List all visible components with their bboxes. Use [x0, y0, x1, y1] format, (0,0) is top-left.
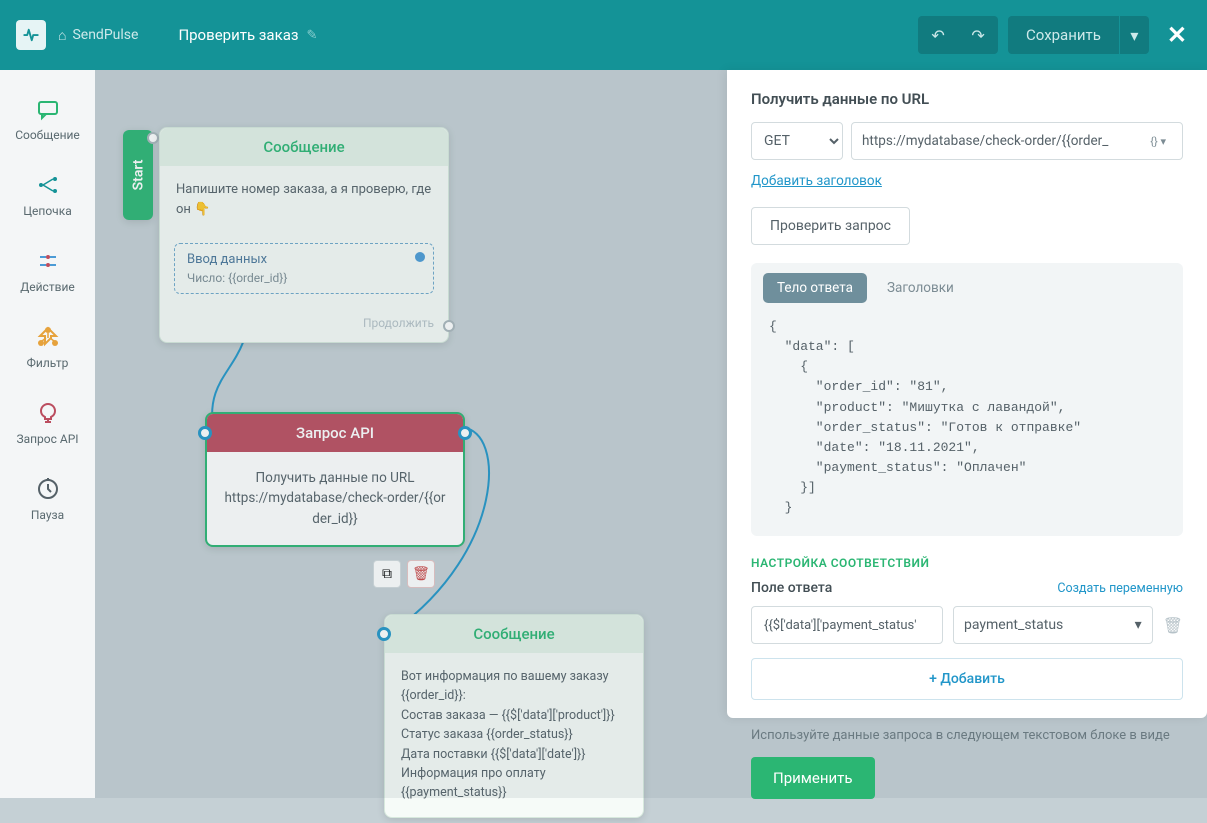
- create-variable-link[interactable]: Создать переменную: [1057, 581, 1183, 596]
- tab-response-headers[interactable]: Заголовки: [873, 273, 968, 303]
- sidebar-item-api[interactable]: Запрос API: [6, 386, 89, 460]
- edit-title-icon[interactable]: ✎: [306, 28, 317, 43]
- message-icon: [35, 96, 61, 122]
- node-header: Сообщение: [160, 128, 448, 166]
- sidebar-item-label: Сообщение: [15, 128, 80, 142]
- input-chip[interactable]: Ввод данных Число: {{order_id}}: [174, 243, 434, 294]
- api-subtitle: Получить данные по URL: [223, 468, 447, 488]
- topbar: SendPulse Проверить заказ ✎ ↶ ↷ Сохранит…: [0, 0, 1207, 70]
- sidebar-item-label: Пауза: [31, 508, 64, 522]
- copy-node-button[interactable]: ⧉: [373, 560, 401, 588]
- sidebar-item-pause[interactable]: Пауза: [6, 462, 89, 536]
- http-method-select[interactable]: GET: [751, 122, 843, 160]
- url-text: https://mydatabase/check-order/{{order_: [862, 133, 1108, 149]
- node-header: Сообщение: [385, 615, 643, 653]
- start-label: Start: [130, 160, 146, 191]
- panel-title: Получить данные по URL: [751, 90, 1183, 108]
- save-button[interactable]: Сохранить: [1008, 16, 1119, 54]
- api-url-text: https://mydatabase/check-order/{{order_i…: [223, 488, 447, 529]
- mapping-path-input[interactable]: [751, 606, 943, 644]
- mapping-section-label: НАСТРОЙКА СООТВЕТСТВИЙ: [751, 556, 1183, 570]
- delete-mapping-button[interactable]: 🗑: [1163, 616, 1183, 635]
- start-node[interactable]: Start: [123, 130, 153, 220]
- sidebar-item-label: Фильтр: [27, 356, 69, 370]
- sidebar-item-filter[interactable]: Фильтр: [6, 310, 89, 384]
- sidebar-item-chain[interactable]: Цепочка: [6, 158, 89, 232]
- url-input[interactable]: https://mydatabase/check-order/{{order_ …: [851, 122, 1183, 160]
- port-dot[interactable]: [415, 252, 425, 262]
- sidebar-item-message[interactable]: Сообщение: [6, 82, 89, 156]
- port-out[interactable]: [458, 426, 472, 440]
- port-out[interactable]: [147, 132, 159, 144]
- continue-label: Продолжить: [363, 316, 434, 330]
- page-title: Проверить заказ: [178, 26, 298, 44]
- message-node-2[interactable]: Сообщение Вот информация по вашему заказ…: [384, 614, 644, 818]
- input-chip-sub: Число: {{order_id}}: [187, 271, 421, 285]
- properties-panel: Получить данные по URL GET https://mydat…: [727, 70, 1207, 798]
- chevron-down-icon: ▾: [1135, 617, 1142, 633]
- field-label: Поле ответа: [751, 580, 832, 596]
- add-mapping-button[interactable]: + Добавить: [751, 658, 1183, 700]
- pause-icon: [35, 476, 61, 502]
- save-dropdown[interactable]: ▾: [1119, 16, 1149, 54]
- port-in[interactable]: [377, 627, 391, 641]
- mapping-variable-select[interactable]: payment_status▾: [953, 606, 1153, 644]
- node-body: Получить данные по URL https://mydatabas…: [207, 452, 463, 545]
- sidebar-item-label: Действие: [20, 280, 75, 294]
- apply-button[interactable]: Применить: [751, 757, 875, 799]
- chain-icon: [35, 172, 61, 198]
- input-chip-title: Ввод данных: [187, 252, 421, 267]
- port-in[interactable]: [198, 426, 212, 440]
- action-icon: [35, 248, 61, 274]
- sidebar-item-label: Запрос API: [16, 432, 78, 446]
- delete-node-button[interactable]: 🗑: [407, 560, 435, 588]
- add-header-link[interactable]: Добавить заголовок: [751, 173, 882, 189]
- hint-text: Используйте данные запроса в следующем т…: [751, 728, 1183, 743]
- response-json: { "data": [ { "order_id": "81", "product…: [751, 303, 1183, 536]
- api-request-node[interactable]: Запрос API Получить данные по URL https:…: [205, 412, 465, 547]
- node-actions: ⧉ 🗑: [373, 560, 435, 588]
- test-request-button[interactable]: Проверить запрос: [751, 207, 910, 245]
- brand-name[interactable]: SendPulse: [58, 27, 138, 44]
- close-button[interactable]: ✕: [1167, 21, 1187, 49]
- filter-icon: [35, 324, 61, 350]
- sidebar: Сообщение Цепочка Действие Фильтр Запрос…: [0, 70, 95, 798]
- port-out[interactable]: [443, 320, 455, 332]
- redo-button[interactable]: ↷: [958, 16, 998, 54]
- sidebar-item-label: Цепочка: [23, 204, 71, 218]
- node-footer: Продолжить: [160, 310, 448, 342]
- pulse-icon: [22, 26, 40, 44]
- response-box: Тело ответа Заголовки { "data": [ { "ord…: [751, 263, 1183, 536]
- undo-button[interactable]: ↶: [918, 16, 958, 54]
- logo: [16, 20, 46, 50]
- save-button-group: Сохранить ▾: [1008, 16, 1149, 54]
- undo-redo-group: ↶ ↷: [918, 16, 998, 54]
- sidebar-item-action[interactable]: Действие: [6, 234, 89, 308]
- node-body-text: Напишите номер заказа, а я проверю, где …: [160, 166, 448, 233]
- node-header: Запрос API: [207, 414, 463, 452]
- insert-var-button[interactable]: {} ▾: [1144, 133, 1172, 150]
- api-icon: [35, 400, 61, 426]
- message-node-1[interactable]: Сообщение Напишите номер заказа, а я про…: [159, 127, 449, 343]
- node-body-text: Вот информация по вашему заказу {{order_…: [385, 653, 643, 817]
- tab-response-body[interactable]: Тело ответа: [763, 273, 867, 303]
